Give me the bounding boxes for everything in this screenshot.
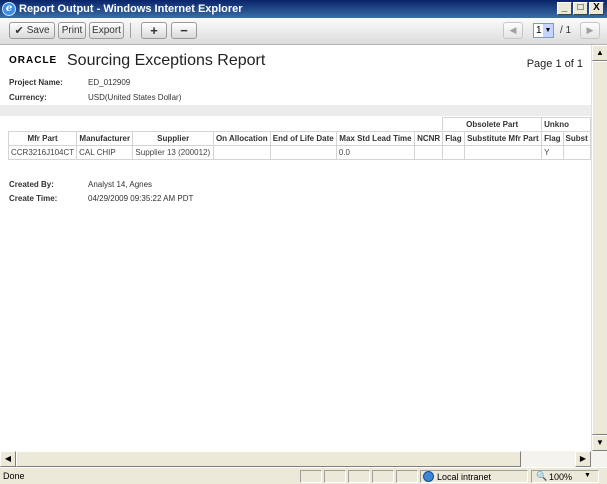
cell-end-of-life-date bbox=[269, 145, 337, 160]
horizontal-scrollbar[interactable]: ◀ ▶ bbox=[0, 451, 607, 467]
project-name-value: ED_012909 bbox=[88, 78, 131, 87]
print-button[interactable]: Print bbox=[58, 22, 86, 39]
group-header-spacer bbox=[8, 117, 444, 132]
export-button[interactable]: Export bbox=[89, 22, 124, 39]
group-header-row: Obsolete Part Unkno bbox=[8, 117, 591, 132]
cell-unknown-flag: Y bbox=[541, 145, 564, 160]
report-content: ORACLE Sourcing Exceptions Report Page 1… bbox=[0, 45, 591, 451]
project-name-label: Project Name: bbox=[9, 78, 63, 87]
col-obsolete-flag: Flag bbox=[442, 131, 465, 146]
cell-supplier: Supplier 13 (200012) bbox=[132, 145, 214, 160]
exceptions-table: Obsolete Part Unkno Mfr Part Manufacture… bbox=[7, 117, 591, 160]
close-button[interactable]: X bbox=[589, 2, 604, 15]
created-by-label: Created By: bbox=[9, 180, 54, 189]
col-manufacturer: Manufacturer bbox=[76, 131, 134, 146]
zoom-control[interactable]: 🔍 100% ▼ bbox=[531, 470, 599, 483]
vertical-scroll-thumb[interactable] bbox=[592, 61, 607, 435]
create-time-row: Create Time: 04/29/2009 09:35:22 AM PDT bbox=[9, 194, 193, 203]
status-cell bbox=[348, 470, 370, 483]
col-unknown-subst: Subst bbox=[562, 131, 591, 146]
create-time-label: Create Time: bbox=[9, 194, 58, 203]
previous-page-icon[interactable]: ◀ bbox=[503, 22, 523, 39]
cell-substitute-mfr-part bbox=[463, 145, 543, 160]
page-select-value: 1 bbox=[536, 25, 542, 36]
project-name-row: Project Name: ED_012909 bbox=[9, 78, 130, 87]
minimize-button[interactable]: _ bbox=[557, 2, 572, 15]
currency-value: USD(United States Dollar) bbox=[88, 93, 182, 102]
scroll-left-icon[interactable]: ◀ bbox=[0, 451, 16, 467]
save-button[interactable]: ✔ Save bbox=[9, 22, 55, 39]
vertical-scrollbar[interactable]: ▲ ▼ bbox=[591, 45, 607, 451]
col-end-of-life-date: End of Life Date bbox=[269, 131, 337, 146]
status-cell bbox=[324, 470, 346, 483]
currency-label: Currency: bbox=[9, 93, 47, 102]
created-by-value: Analyst 14, Agnes bbox=[88, 180, 153, 189]
zoom-in-button[interactable]: + bbox=[141, 22, 167, 39]
page-indicator: Page 1 of 1 bbox=[526, 58, 583, 70]
status-cell bbox=[372, 470, 394, 483]
cell-unknown-subst bbox=[562, 145, 591, 160]
cell-on-allocation bbox=[212, 145, 271, 160]
scroll-down-icon[interactable]: ▼ bbox=[592, 435, 607, 451]
column-header-row: Mfr Part Manufacturer Supplier On Alloca… bbox=[7, 131, 591, 146]
cell-manufacturer: CAL CHIP bbox=[76, 145, 134, 160]
report-title: Sourcing Exceptions Report bbox=[67, 52, 266, 69]
col-unknown-flag: Flag bbox=[541, 131, 564, 146]
zoom-out-button[interactable]: − bbox=[171, 22, 197, 39]
status-bar: Done Local intranet 🔍 100% ▼ bbox=[0, 467, 607, 484]
oracle-logo: ORACLE bbox=[9, 55, 58, 66]
cell-obsolete-flag bbox=[442, 145, 465, 160]
table-row: CCR3216J104CT CAL CHIP Supplier 13 (2000… bbox=[7, 145, 591, 160]
ie-icon: e bbox=[2, 2, 16, 16]
checkmark-icon: ✔ bbox=[14, 25, 24, 37]
cell-max-std-lead-time: 0.0 bbox=[335, 145, 416, 160]
create-time-value: 04/29/2009 09:35:22 AM PDT bbox=[88, 194, 194, 203]
currency-row: Currency: USD(United States Dollar) bbox=[9, 93, 181, 102]
col-supplier: Supplier bbox=[132, 131, 214, 146]
col-substitute-mfr-part: Substitute Mfr Part bbox=[463, 131, 543, 146]
group-header-obsolete: Obsolete Part bbox=[442, 117, 543, 132]
page-select[interactable]: 1 ▼ bbox=[533, 23, 554, 38]
status-text: Done bbox=[3, 471, 25, 481]
col-max-std-lead-time: Max Std Lead Time bbox=[335, 131, 416, 146]
report-toolbar: ✔ Save Print Export + − ◀ 1 ▼ / 1 ▶ bbox=[0, 18, 607, 45]
header-band bbox=[0, 105, 591, 116]
toolbar-divider bbox=[130, 23, 131, 38]
scroll-up-icon[interactable]: ▲ bbox=[592, 45, 607, 61]
created-by-row: Created By: Analyst 14, Agnes bbox=[9, 180, 152, 189]
cell-mfr-part: CCR3216J104CT bbox=[7, 145, 78, 160]
next-page-icon[interactable]: ▶ bbox=[580, 22, 600, 39]
page-total: / 1 bbox=[560, 25, 572, 36]
status-cell bbox=[396, 470, 418, 483]
col-on-allocation: On Allocation bbox=[212, 131, 271, 146]
col-ncnr: NCNR bbox=[414, 131, 444, 146]
zoom-level: 100% bbox=[549, 472, 573, 482]
scroll-right-icon[interactable]: ▶ bbox=[575, 451, 591, 467]
save-label: Save bbox=[26, 25, 50, 36]
window-title-bar: e Report Output - Windows Internet Explo… bbox=[0, 0, 607, 18]
status-cell bbox=[300, 470, 322, 483]
maximize-button[interactable]: □ bbox=[573, 2, 588, 15]
horizontal-scroll-thumb[interactable] bbox=[16, 451, 521, 467]
window-title: Report Output - Windows Internet Explore… bbox=[19, 3, 243, 15]
security-zone[interactable]: Local intranet bbox=[420, 470, 528, 483]
col-mfr-part: Mfr Part bbox=[7, 131, 78, 146]
magnifier-icon: 🔍 bbox=[536, 471, 548, 481]
security-zone-label: Local intranet bbox=[437, 472, 492, 482]
globe-icon bbox=[423, 471, 434, 482]
cell-ncnr bbox=[414, 145, 444, 160]
group-header-unknown: Unkno bbox=[541, 117, 591, 132]
chevron-down-icon: ▼ bbox=[584, 472, 591, 479]
chevron-down-icon: ▼ bbox=[543, 24, 553, 37]
